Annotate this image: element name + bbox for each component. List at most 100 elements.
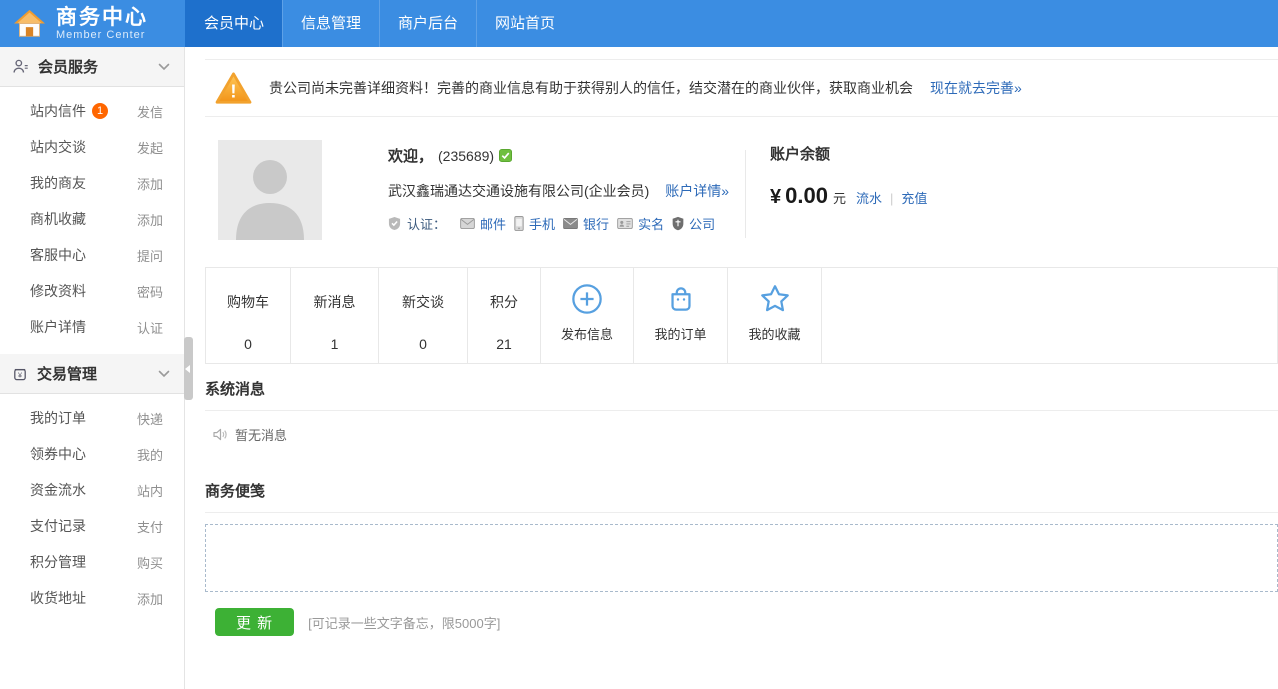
sidebar-item-action[interactable]: 站内 <box>137 481 163 500</box>
star-icon <box>759 283 791 315</box>
sidebar-item[interactable]: 收货地址 添加 <box>0 580 184 616</box>
sidebar: 会员服务站内信件1发信站内交谈发起我的商友添加商机收藏添加客服中心提问修改资料密… <box>0 47 185 689</box>
stat-label: 积分 <box>490 292 518 312</box>
sidebar-item-action[interactable]: 快递 <box>137 409 163 428</box>
sidebar-item[interactable]: 积分管理 购买 <box>0 544 184 580</box>
update-button[interactable]: 更 新 <box>215 608 294 636</box>
app-logo: 商务中心 Member Center <box>0 0 185 47</box>
balance-title: 账户余额 <box>770 143 927 164</box>
action-label: 我的订单 <box>654 324 706 343</box>
cert-item: 手机 <box>514 214 555 233</box>
balance-links: 流水 | 充值 <box>856 188 927 207</box>
notes-textarea[interactable] <box>205 524 1278 592</box>
sidebar-item-label: 修改资料 <box>30 281 86 301</box>
stat-value: 1 <box>331 336 339 352</box>
svg-text:¥: ¥ <box>18 370 23 379</box>
vertical-divider <box>745 150 746 238</box>
sidebar-item-label: 我的订单 <box>30 408 86 428</box>
sidebar-item-label: 站内信件 <box>30 101 86 121</box>
sidebar-section-title: 交易管理 <box>37 363 149 384</box>
cert-link[interactable]: 邮件 <box>480 214 506 233</box>
balance-link[interactable]: 充值 <box>901 191 927 206</box>
sidebar-item-action[interactable]: 密码 <box>137 282 163 301</box>
sidebar-item-label: 站内交谈 <box>30 137 86 157</box>
cert-link[interactable]: 公司 <box>689 214 715 233</box>
action-button[interactable]: 我的收藏 <box>728 268 822 363</box>
sidebar-item-action[interactable]: 我的 <box>137 445 163 464</box>
sidebar-item-action[interactable]: 发起 <box>137 138 163 157</box>
welcome-label: 欢迎， <box>388 145 433 166</box>
sidebar-item-label: 积分管理 <box>30 552 86 572</box>
sidebar-section-header[interactable]: ¥ 交易管理 <box>0 354 184 394</box>
bag-icon <box>665 283 697 315</box>
complete-profile-link[interactable]: 现在就去完善» <box>930 78 1022 98</box>
sidebar-item-action[interactable]: 添加 <box>137 210 163 229</box>
system-messages-title: 系统消息 <box>205 378 1278 411</box>
balance-link[interactable]: 流水 <box>856 191 882 206</box>
sidebar-section-header[interactable]: 会员服务 <box>0 47 184 87</box>
sidebar-item-action[interactable]: 添加 <box>137 174 163 193</box>
plus-circle-icon <box>571 283 603 315</box>
sidebar-item-label: 资金流水 <box>30 480 86 500</box>
phone-icon <box>514 216 524 231</box>
stat-value: 21 <box>496 336 512 352</box>
stat-cell[interactable]: 积分 21 <box>468 268 541 363</box>
cert-list: 邮件 手机 银行 实名 公司 <box>452 214 715 233</box>
sidebar-item-action[interactable]: 提问 <box>137 246 163 265</box>
sidebar-item[interactable]: 客服中心 提问 <box>0 237 184 273</box>
cert-item: 实名 <box>617 214 664 233</box>
banner-text: 贵公司尚未完善详细资料！完善的商业信息有助于获得别人的信任，结交潜在的商业伙伴，… <box>269 78 913 98</box>
stat-cell[interactable]: 新交谈0 <box>379 268 468 363</box>
tab-info-management[interactable]: 信息管理 <box>282 0 379 47</box>
sidebar-item-action[interactable]: 认证 <box>137 318 163 337</box>
sidebar-item[interactable]: 修改资料 密码 <box>0 273 184 309</box>
sidebar-item-action[interactable]: 添加 <box>137 589 163 608</box>
account-detail-link[interactable]: 账户详情» <box>665 183 729 199</box>
sidebar-item[interactable]: 支付记录 支付 <box>0 508 184 544</box>
sidebar-item[interactable]: 站内信件1发信 <box>0 93 184 129</box>
chevron-down-icon <box>158 370 170 378</box>
tab-merchant-backend[interactable]: 商户后台 <box>379 0 476 47</box>
sidebar-item-action[interactable]: 发信 <box>137 102 163 121</box>
stat-cell[interactable]: 购物车0 <box>206 268 291 363</box>
cert-item: 银行 <box>563 214 609 233</box>
sidebar-section-items: 站内信件1发信站内交谈 发起我的商友添加商机收藏 添加客服中心 提问修改资料 密码账户详… <box>0 87 184 354</box>
sidebar-item-label: 客服中心 <box>30 245 86 265</box>
stat-label: 新交谈 <box>402 292 444 312</box>
sidebar-item[interactable]: 站内交谈 发起 <box>0 129 184 165</box>
sidebar-item[interactable]: 商机收藏 添加 <box>0 201 184 237</box>
balance-amount: 0.00 <box>785 183 828 209</box>
sidebar-item-action[interactable]: 支付 <box>137 517 163 536</box>
stat-cell[interactable]: 新消息1 <box>291 268 379 363</box>
home-icon <box>13 8 46 39</box>
profile-section: 欢迎， (235689) 武汉鑫瑞通达交通设施有限公司(企业会员) 账户详情» <box>205 117 1278 265</box>
main-content: ! 贵公司尚未完善详细资料！完善的商业信息有助于获得别人的信任，结交潜在的商业伙… <box>186 47 1278 689</box>
sidebar-item[interactable]: 资金流水 站内 <box>0 472 184 508</box>
sidebar-item[interactable]: 领券中心我的 <box>0 436 184 472</box>
sidebar-section-title: 会员服务 <box>38 56 149 77</box>
company-name: 武汉鑫瑞通达交通设施有限公司(企业会员) <box>388 183 649 199</box>
currency-symbol: ¥ <box>770 186 781 209</box>
avatar <box>218 140 322 240</box>
sidebar-item[interactable]: 我的订单 快递 <box>0 400 184 436</box>
action-button[interactable]: 发布信息 <box>541 268 634 363</box>
action-button[interactable]: 我的订单 <box>634 268 728 363</box>
chevron-down-icon <box>158 63 170 71</box>
sidebar-item-label: 支付记录 <box>30 516 86 536</box>
speaker-icon <box>213 428 228 441</box>
sidebar-item-label: 收货地址 <box>30 588 86 608</box>
app-title: 商务中心 <box>56 6 148 29</box>
sidebar-item[interactable]: 账户详情认证 <box>0 309 184 345</box>
tab-site-home[interactable]: 网站首页 <box>476 0 573 47</box>
cert-link[interactable]: 银行 <box>583 214 609 233</box>
sidebar-item-label: 商机收藏 <box>30 209 86 229</box>
stat-value: 0 <box>244 336 252 352</box>
sidebar-collapse-handle[interactable] <box>184 337 193 400</box>
link-separator: | <box>890 191 893 206</box>
cert-link[interactable]: 实名 <box>638 214 664 233</box>
empty-message-text: 暂无消息 <box>235 425 287 444</box>
tab-member-center[interactable]: 会员中心 <box>185 0 282 47</box>
cert-link[interactable]: 手机 <box>529 214 555 233</box>
sidebar-item-action[interactable]: 购买 <box>137 553 163 572</box>
sidebar-item[interactable]: 我的商友添加 <box>0 165 184 201</box>
